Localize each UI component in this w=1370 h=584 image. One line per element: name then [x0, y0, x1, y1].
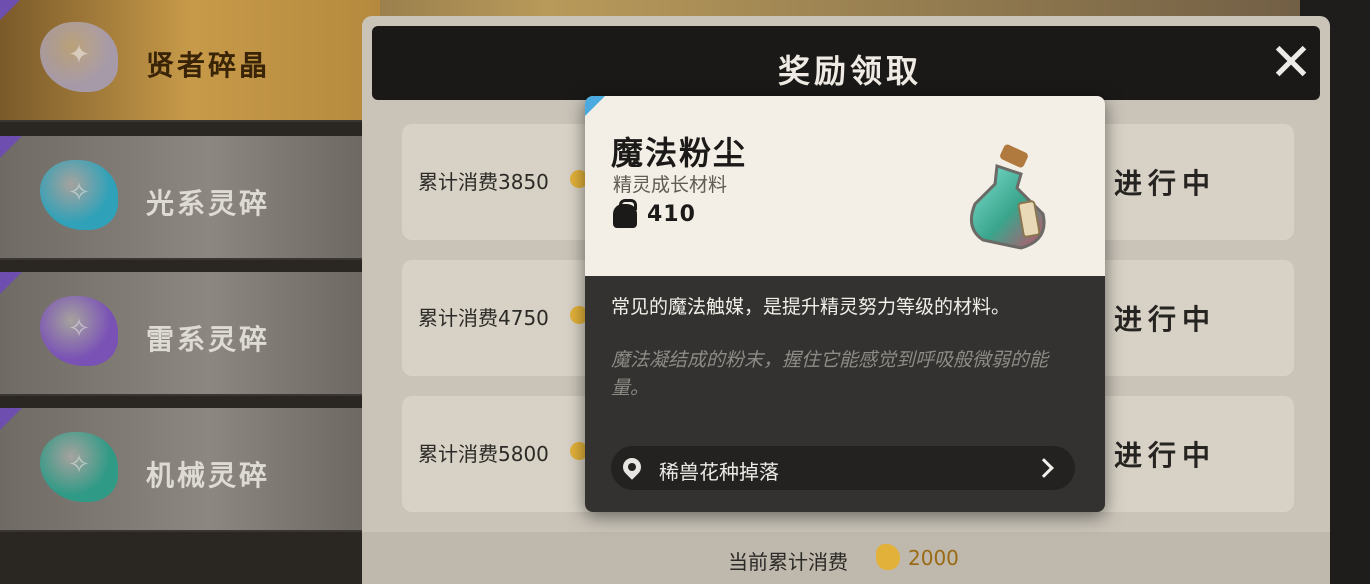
list-item[interactable]: ✧ 机械灵碎: [0, 408, 380, 532]
crystal-icon: ✧: [40, 160, 118, 230]
close-icon[interactable]: ✕: [1268, 37, 1314, 89]
item-tooltip: 魔法粉尘 精灵成长材料 410 常见的魔法触媒，是提升精灵努力等级的材料。 魔法…: [585, 96, 1105, 512]
list-item-name: 雷系灵碎: [146, 323, 271, 356]
item-category: 精灵成长材料: [613, 174, 728, 196]
list-item-name: 光系灵碎: [146, 187, 271, 220]
corner-mark: [0, 136, 22, 158]
footer-value: 2000: [908, 546, 959, 570]
reward-row-label: 累计消费3850: [418, 170, 549, 194]
crystal-list: ✦ 贤者碎晶 ✧ 光系灵碎 ✧ 雷系灵碎 ✧ 机械灵碎: [0, 0, 380, 584]
crystal-icon: ✦: [40, 22, 118, 92]
source-label: 稀兽花种掉落: [659, 460, 779, 484]
crystal-icon: ✧: [40, 296, 118, 366]
list-item[interactable]: ✧ 光系灵碎: [0, 136, 380, 260]
chevron-right-icon: [1034, 458, 1054, 478]
item-description: 常见的魔法触媒，是提升精灵努力等级的材料。: [611, 296, 1011, 318]
corner-mark: [0, 408, 22, 430]
corner-mark: [585, 96, 605, 116]
potion-icon: [969, 144, 1046, 250]
item-name: 魔法粉尘: [611, 134, 748, 172]
tooltip-header: 魔法粉尘 精灵成长材料 410: [585, 96, 1105, 276]
item-count: 410: [647, 202, 696, 227]
reward-row-label: 累计消费5800: [418, 442, 549, 466]
corner-mark: [0, 0, 22, 20]
coin-icon: [876, 544, 900, 570]
location-pin-icon: [619, 454, 645, 480]
panel-title: 奖励领取: [778, 52, 923, 90]
footer-total: 当前累计消费 2000: [362, 532, 1330, 584]
list-item-name: 机械灵碎: [146, 459, 271, 492]
bag-icon: [613, 199, 637, 228]
corner-mark: [0, 272, 22, 294]
reward-status: 进行中: [1114, 303, 1217, 336]
crystal-icon: ✧: [40, 432, 118, 502]
footer-label: 当前累计消费: [728, 550, 848, 574]
list-item[interactable]: ✧ 雷系灵碎: [0, 272, 380, 396]
item-source-button[interactable]: 稀兽花种掉落: [611, 446, 1075, 490]
reward-row-label: 累计消费4750: [418, 306, 549, 330]
list-item[interactable]: ✦ 贤者碎晶: [0, 0, 380, 122]
list-item-name: 贤者碎晶: [146, 49, 271, 82]
panel-header: 奖励领取 ✕: [372, 26, 1320, 100]
reward-status: 进行中: [1114, 167, 1217, 200]
reward-status: 进行中: [1114, 439, 1217, 472]
item-lore: 魔法凝结成的粉末，握住它能感觉到呼吸般微弱的能量。: [611, 349, 1049, 399]
